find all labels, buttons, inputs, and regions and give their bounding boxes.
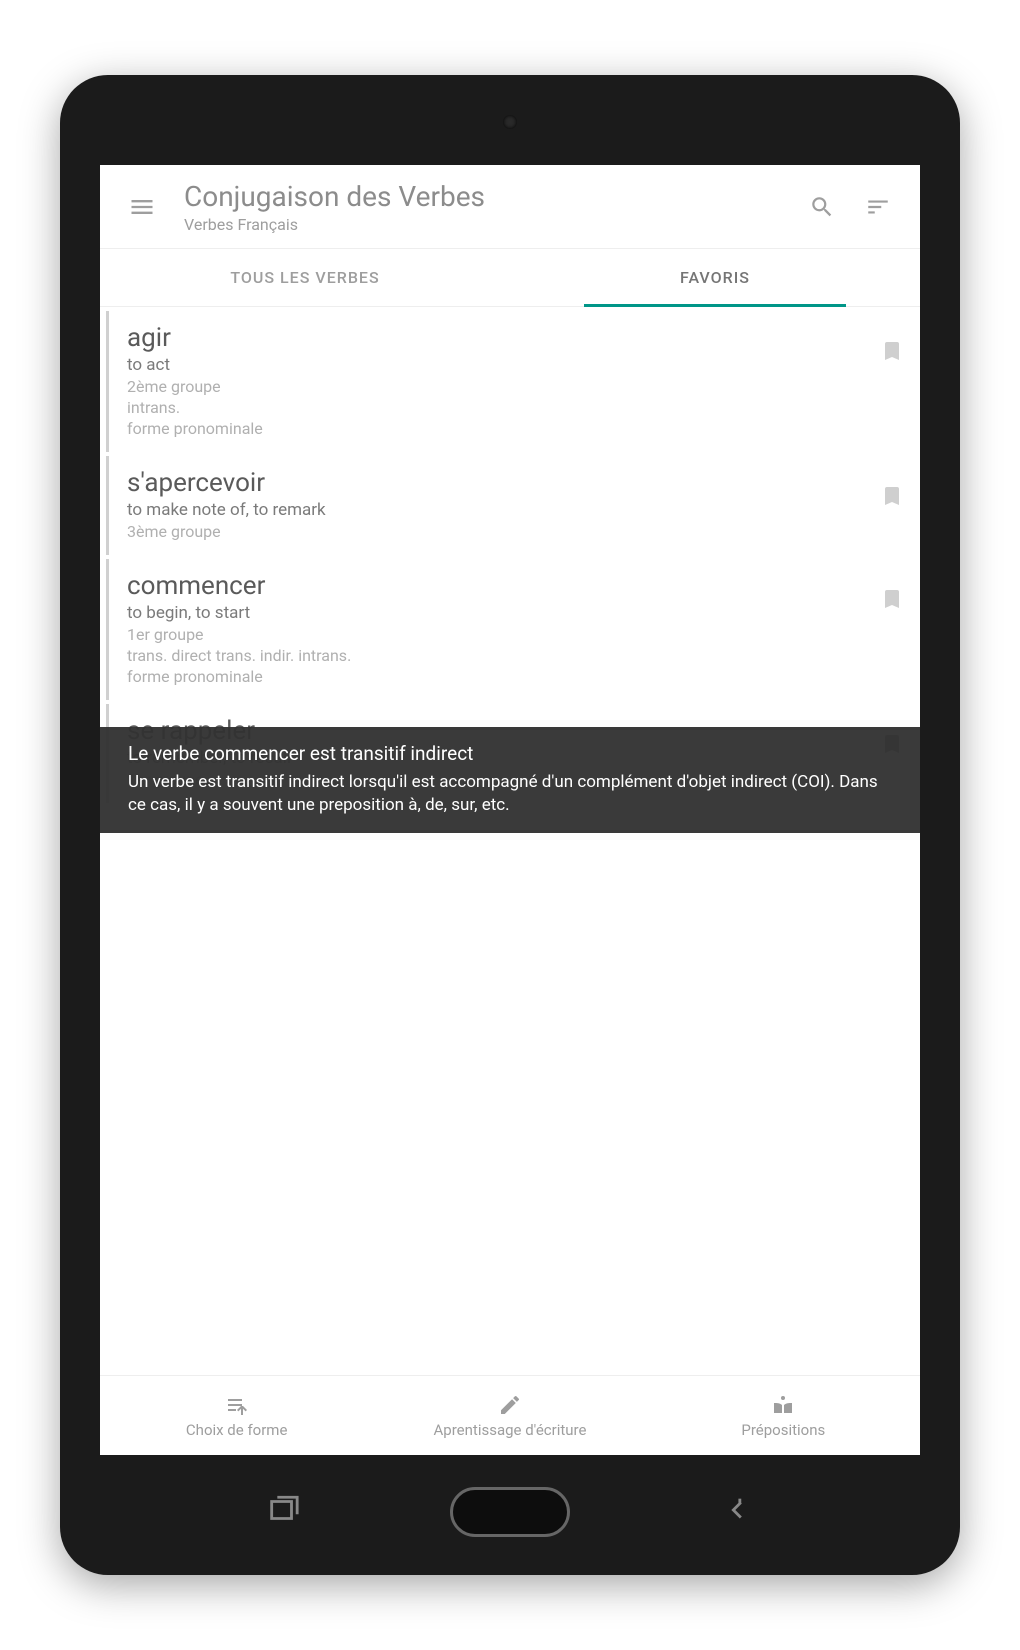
appbar-actions <box>798 183 902 231</box>
back-icon <box>720 1493 754 1527</box>
verb-word: commencer <box>127 571 902 601</box>
bookmark-icon <box>880 339 904 363</box>
snackbar-body: Un verbe est transitif indirect lorsqu'i… <box>128 771 892 817</box>
list-item[interactable]: agir to act 2ème groupe intrans. forme p… <box>106 311 920 452</box>
pencil-icon <box>498 1393 522 1417</box>
home-button[interactable] <box>450 1487 570 1537</box>
bookmark-button[interactable] <box>880 484 904 512</box>
verb-transitivity: trans. direct trans. indir. intrans. <box>127 646 902 665</box>
verb-transitivity: intrans. <box>127 398 902 417</box>
tab-bar: TOUS LES VERBES FAVORIS <box>100 249 920 307</box>
bottom-nav-label: Aprentissage d'écriture <box>434 1421 587 1439</box>
verb-translation: to begin, to start <box>127 603 902 623</box>
verb-note: forme pronominale <box>127 667 902 686</box>
bookmark-icon <box>880 484 904 508</box>
reader-icon <box>771 1393 795 1417</box>
sort-icon <box>865 194 891 220</box>
verb-translation: to make note of, to remark <box>127 500 902 520</box>
search-icon <box>809 194 835 220</box>
page-subtitle: Verbes Français <box>184 215 798 234</box>
bottom-nav-label: Prépositions <box>741 1421 825 1439</box>
verb-translation: to act <box>127 355 902 375</box>
verb-group: 1er groupe <box>127 625 902 644</box>
bottom-nav-writing[interactable]: Aprentissage d'écriture <box>373 1376 646 1455</box>
bookmark-button[interactable] <box>880 339 904 367</box>
device-navbar <box>60 1477 960 1547</box>
list-item[interactable]: s'apercevoir to make note of, to remark … <box>106 456 920 555</box>
recent-apps-button[interactable] <box>266 1493 300 1531</box>
verb-group: 2ème groupe <box>127 377 902 396</box>
tab-favorites[interactable]: FAVORIS <box>510 249 920 306</box>
bottom-nav: Choix de forme Aprentissage d'écriture P… <box>100 1375 920 1455</box>
verb-list: agir to act 2ème groupe intrans. forme p… <box>100 307 920 1375</box>
search-button[interactable] <box>798 183 846 231</box>
bookmark-button[interactable] <box>880 587 904 615</box>
menu-button[interactable] <box>118 183 166 231</box>
sort-lines-icon <box>225 1393 249 1417</box>
list-item[interactable]: commencer to begin, to start 1er groupe … <box>106 559 920 700</box>
app-titles: Conjugaison des Verbes Verbes Français <box>184 180 798 234</box>
bookmark-icon <box>880 587 904 611</box>
bottom-nav-prepositions[interactable]: Prépositions <box>647 1376 920 1455</box>
snackbar[interactable]: Le verbe commencer est transitif indirec… <box>100 727 920 833</box>
tablet-frame: Conjugaison des Verbes Verbes Français T… <box>60 75 960 1575</box>
app-bar: Conjugaison des Verbes Verbes Français <box>100 165 920 249</box>
snackbar-title: Le verbe commencer est transitif indirec… <box>128 741 892 767</box>
device-camera <box>503 115 517 129</box>
verb-word: s'apercevoir <box>127 468 902 498</box>
verb-word: agir <box>127 323 902 353</box>
menu-icon <box>128 193 156 221</box>
verb-note: forme pronominale <box>127 419 902 438</box>
tab-all-verbs[interactable]: TOUS LES VERBES <box>100 249 510 306</box>
bottom-nav-form[interactable]: Choix de forme <box>100 1376 373 1455</box>
page-title: Conjugaison des Verbes <box>184 180 798 213</box>
app-screen: Conjugaison des Verbes Verbes Français T… <box>100 165 920 1455</box>
sort-button[interactable] <box>854 183 902 231</box>
bottom-nav-label: Choix de forme <box>186 1421 287 1439</box>
verb-group: 3ème groupe <box>127 522 902 541</box>
back-button[interactable] <box>720 1493 754 1531</box>
recent-icon <box>266 1493 300 1527</box>
